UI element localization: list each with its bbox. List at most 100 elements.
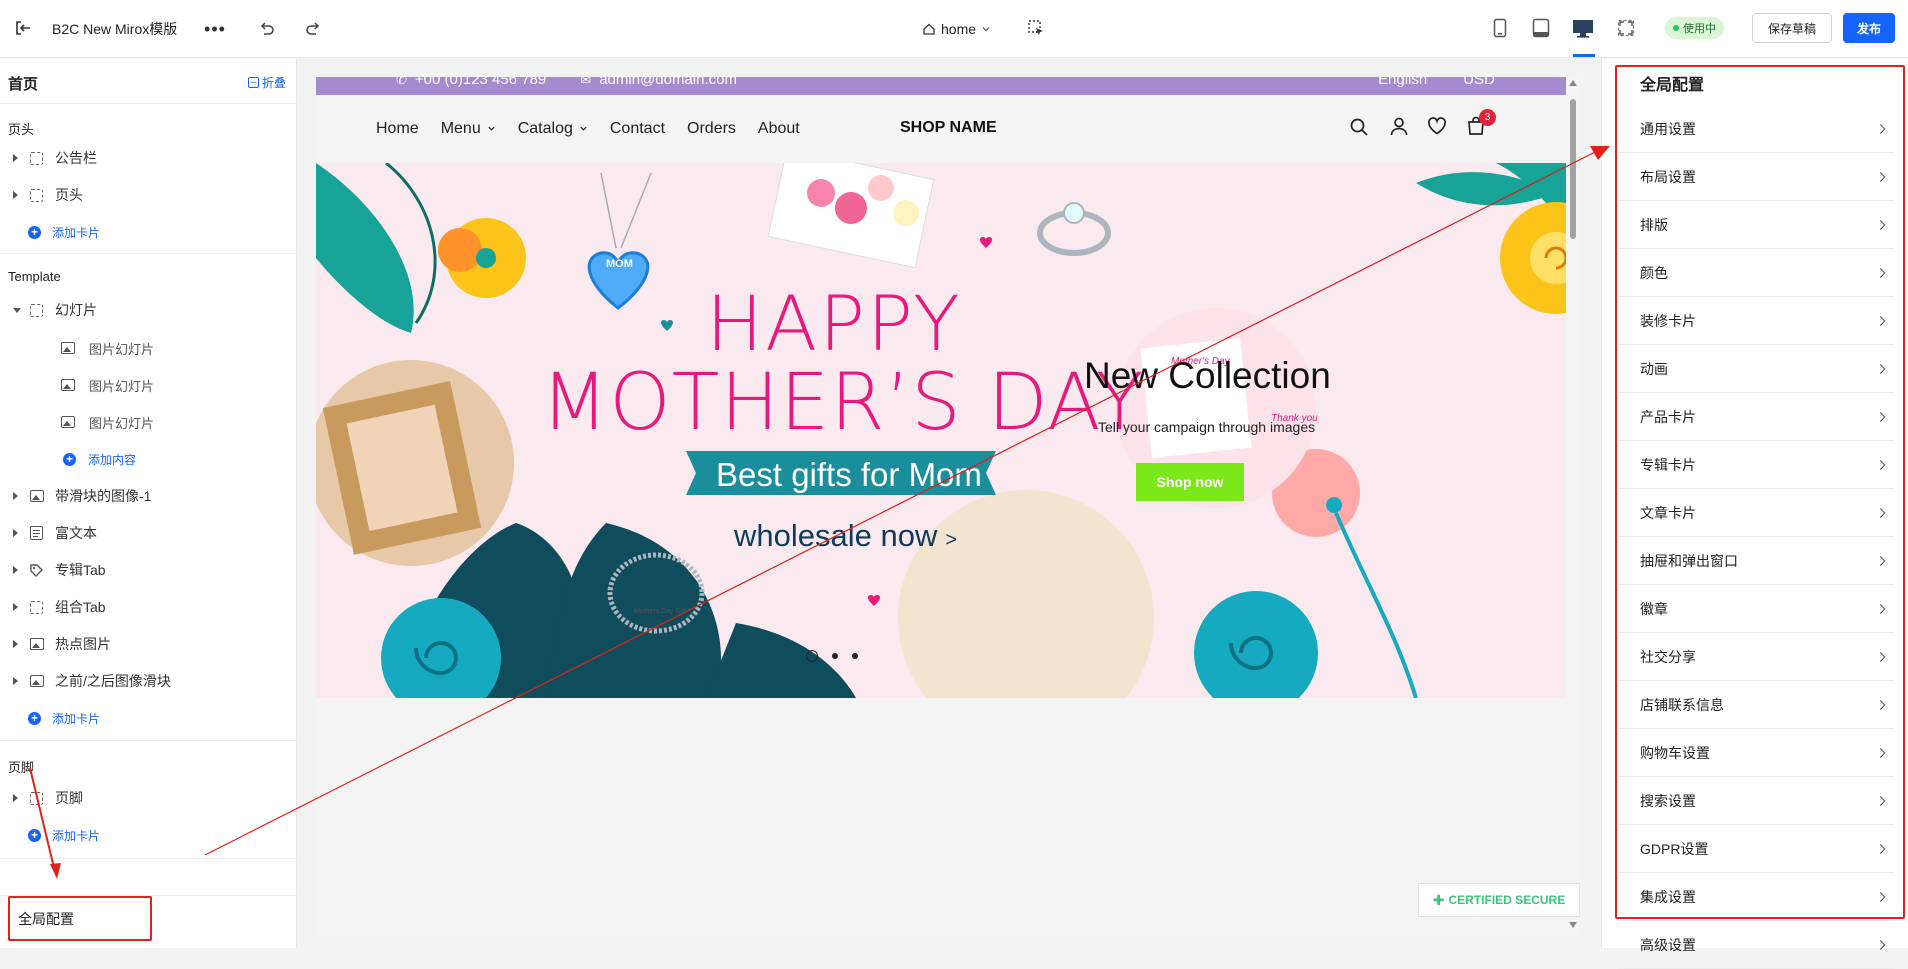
publish-button[interactable]: 发布 xyxy=(1843,13,1895,43)
hero-slideshow[interactable]: MOM Mother's Day Thank you Mothers Day G… xyxy=(316,163,1580,698)
tree-item-before-after-slider[interactable]: 之前/之后图像滑块 xyxy=(0,666,297,696)
tree-item-combined-tab[interactable]: 组合Tab xyxy=(0,592,297,622)
top-toolbar: B2C New Mirox模版 ••• home 使用中 保存草稿 发布 xyxy=(0,0,1908,58)
footer-section-title: 页脚 xyxy=(8,760,35,775)
caret-right-icon[interactable] xyxy=(13,191,18,199)
nav-item-about[interactable]: About xyxy=(758,120,800,138)
add-card-button[interactable]: + 添加卡片 xyxy=(0,703,297,733)
hero-wholesale-arrow: > xyxy=(945,529,958,551)
slide-dot[interactable] xyxy=(832,653,838,659)
tree-item-slideshow[interactable]: 幻灯片 xyxy=(0,295,297,325)
caret-right-icon[interactable] xyxy=(13,492,18,500)
collapse-button[interactable]: – 折叠 xyxy=(248,74,286,91)
desktop-view-icon[interactable] xyxy=(1570,16,1596,40)
slide-dot-active[interactable] xyxy=(806,650,818,662)
tree-item-footer[interactable]: 页脚 xyxy=(0,783,297,813)
caret-right-icon[interactable] xyxy=(13,677,18,685)
tree-item-header[interactable]: 页头 xyxy=(0,180,297,210)
announcement-email: admin@domain.com xyxy=(599,77,737,88)
heart-icon[interactable] xyxy=(1427,117,1447,135)
preview-canvas: ✆ +00 (0)123 456 789 ✉ admin@domain.com … xyxy=(298,59,1601,948)
undo-icon[interactable] xyxy=(256,17,278,39)
user-icon[interactable] xyxy=(1389,116,1409,136)
preview-scrollbar[interactable] xyxy=(1566,77,1580,937)
tree-item-image-slide[interactable]: 图片幻灯片 xyxy=(0,370,297,400)
slide-dot[interactable] xyxy=(852,653,858,659)
annotation-highlight-box xyxy=(1615,65,1905,919)
page-select[interactable]: home xyxy=(922,18,991,40)
image-icon xyxy=(61,416,75,428)
hero-wholesale-link[interactable]: wholesale now > xyxy=(734,518,957,554)
scroll-down-icon[interactable] xyxy=(1569,922,1577,928)
nav-item-orders[interactable]: Orders xyxy=(687,120,736,138)
add-card-label: 添加卡片 xyxy=(52,225,101,240)
tree-item-image-slide[interactable]: 图片幻灯片 xyxy=(0,333,297,363)
document-icon xyxy=(30,526,43,540)
search-icon[interactable] xyxy=(1349,117,1369,137)
plus-circle-icon: + xyxy=(28,711,41,725)
caret-right-icon[interactable] xyxy=(13,529,18,537)
add-content-button[interactable]: + 添加内容 xyxy=(0,444,297,474)
certified-secure-text: CERTIFIED SECURE xyxy=(1448,893,1566,907)
shop-name-logo[interactable]: SHOP NAME xyxy=(900,119,997,137)
image-icon xyxy=(61,379,75,391)
caret-right-icon[interactable] xyxy=(13,603,18,611)
template-section-title: Template xyxy=(8,269,61,284)
main-nav: Home Menu Catalog Contact Orders About xyxy=(376,95,800,163)
tree-item-rich-text[interactable]: 富文本 xyxy=(0,518,297,548)
tree-item-image-with-slider[interactable]: 带滑块的图像-1 xyxy=(0,481,297,511)
tree-item-label: 页头 xyxy=(55,187,83,203)
add-card-button[interactable]: + 添加卡片 xyxy=(0,217,297,247)
caret-right-icon[interactable] xyxy=(13,566,18,574)
nav-item-menu[interactable]: Menu xyxy=(441,120,496,138)
nav-item-catalog[interactable]: Catalog xyxy=(518,120,588,138)
divider xyxy=(0,103,297,104)
caret-down-icon[interactable] xyxy=(13,307,21,313)
tree-item-announcement-bar[interactable]: 公告栏 xyxy=(0,143,297,173)
hero-heading-line1: HAPPY xyxy=(706,279,962,368)
exit-icon[interactable] xyxy=(12,17,34,39)
caret-right-icon[interactable] xyxy=(13,794,18,802)
language-select[interactable]: English xyxy=(1378,77,1427,88)
image-icon xyxy=(30,638,44,650)
dashed-box-icon xyxy=(30,188,43,202)
global-config-button[interactable]: 全局配置 xyxy=(8,896,152,941)
tree-item-hotspot-image[interactable]: 热点图片 xyxy=(0,629,297,659)
currency-select[interactable]: USD xyxy=(1463,77,1495,88)
divider xyxy=(0,253,297,254)
announcement-bar[interactable]: ✆ +00 (0)123 456 789 ✉ admin@domain.com … xyxy=(316,77,1580,95)
caret-right-icon[interactable] xyxy=(13,154,18,162)
nav-item-contact[interactable]: Contact xyxy=(610,120,665,138)
site-preview[interactable]: ✆ +00 (0)123 456 789 ✉ admin@domain.com … xyxy=(316,77,1580,937)
tree-item-label: 热点图片 xyxy=(55,636,111,652)
image-icon xyxy=(30,675,44,687)
add-card-label: 添加卡片 xyxy=(52,711,101,726)
chevron-down-icon xyxy=(579,120,588,138)
scroll-up-icon[interactable] xyxy=(1569,80,1577,86)
image-icon xyxy=(61,342,75,354)
redo-icon[interactable] xyxy=(302,17,324,39)
add-card-button[interactable]: + 添加卡片 xyxy=(0,820,297,850)
fullscreen-icon[interactable] xyxy=(1614,16,1638,40)
nav-item-label: Home xyxy=(376,120,419,137)
mobile-view-icon[interactable] xyxy=(1488,16,1512,40)
tree-item-label: 页脚 xyxy=(55,790,83,806)
template-title: B2C New Mirox模版 xyxy=(52,21,178,37)
shield-check-icon: ✚ xyxy=(1432,891,1445,908)
more-icon[interactable]: ••• xyxy=(204,18,226,40)
select-element-icon[interactable] xyxy=(1025,17,1047,39)
tree-item-album-tab[interactable]: 专辑Tab xyxy=(0,555,297,585)
hero-ribbon-text: Best gifts for Mom xyxy=(716,456,982,493)
tree-item-label: 之前/之后图像滑块 xyxy=(55,673,171,689)
nav-item-home[interactable]: Home xyxy=(376,120,419,138)
shop-now-button[interactable]: Shop now xyxy=(1136,463,1244,501)
tablet-view-icon[interactable] xyxy=(1529,16,1553,40)
global-config-label: 全局配置 xyxy=(18,910,74,927)
tag-icon xyxy=(29,563,44,578)
tree-item-image-slide[interactable]: 图片幻灯片 xyxy=(0,407,297,437)
scrollbar-thumb[interactable] xyxy=(1570,99,1576,239)
dashed-box-icon xyxy=(30,791,43,805)
caret-right-icon[interactable] xyxy=(13,640,18,648)
config-item[interactable]: 高级设置 xyxy=(1619,921,1894,969)
save-draft-button[interactable]: 保存草稿 xyxy=(1752,13,1832,43)
